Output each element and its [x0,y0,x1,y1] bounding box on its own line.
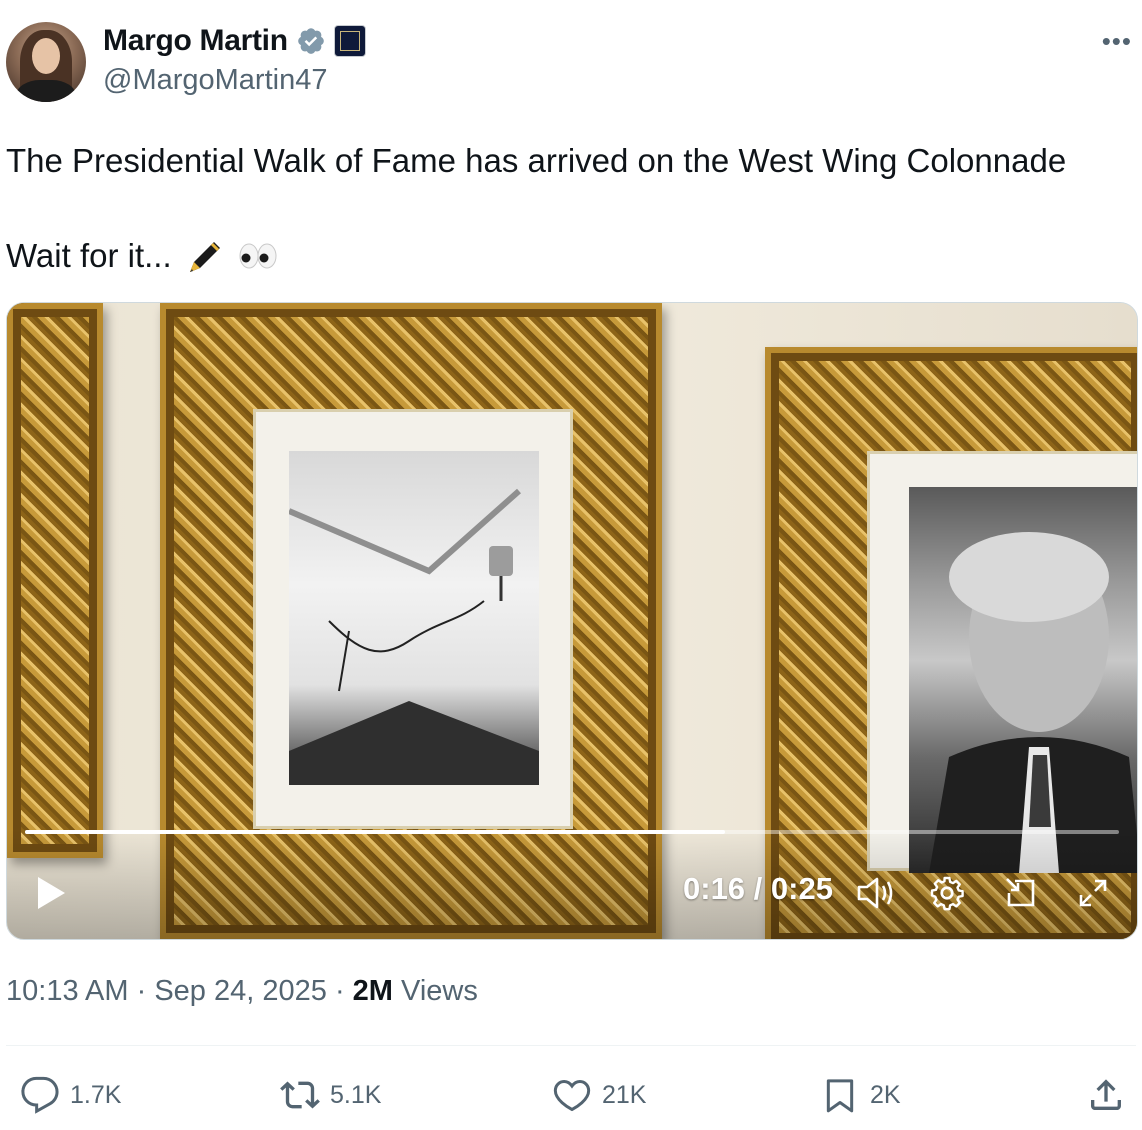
tweet-text: The Presidential Walk of Fame has arrive… [6,138,1136,279]
fullscreen-button[interactable] [1071,873,1115,913]
more-horizontal-icon[interactable]: ••• [1102,26,1132,57]
white-house-badge-inner [339,31,360,51]
verified-badge-icon[interactable] [296,26,326,56]
reply-button[interactable]: 1.7K [20,1072,121,1118]
tweet-time[interactable]: 10:13 AM [6,975,129,1007]
avatar[interactable] [6,22,86,102]
eyes-emoji-icon [239,243,277,269]
repost-button[interactable]: 5.1K [280,1072,381,1118]
repost-count: 5.1K [330,1080,382,1109]
meta-separator: · [334,975,345,1007]
repost-icon [280,1081,320,1109]
reply-count: 1.7K [70,1080,122,1109]
author-handle[interactable]: @MargoMartin47 [103,64,327,97]
views-count: 2M [352,975,393,1007]
heart-icon [553,1079,591,1112]
bookmark-count: 2K [870,1080,901,1109]
volume-icon [857,877,893,909]
autopen-photo [289,451,539,785]
autopen-illustration [289,488,539,785]
video-progress-fill [25,830,726,834]
tweet-line-1: The Presidential Walk of Fame has arrive… [6,142,1067,179]
settings-button[interactable] [925,873,969,913]
tweet-line-2-text: Wait for it... [6,237,172,274]
author-name-row: Margo Martin [103,24,366,58]
white-house-badge-icon[interactable] [333,25,366,57]
share-button[interactable] [1086,1072,1126,1118]
tweet-date[interactable]: Sep 24, 2025 [154,975,327,1007]
meta-separator: · [136,975,147,1007]
play-button[interactable] [31,873,71,913]
pen-emoji-icon [189,242,220,272]
settings-icon [930,876,964,911]
portrait-photo [909,487,1137,873]
video-progress-bar[interactable] [25,830,1119,834]
avatar-face [32,38,60,74]
share-icon [1091,1079,1121,1110]
like-button[interactable]: 21K [552,1072,646,1118]
play-icon [38,877,65,909]
video-frame-left [7,303,103,858]
volume-button[interactable] [853,873,897,913]
tweet-meta: 10:13 AM · Sep 24, 2025 · 2M Views [6,975,478,1008]
video-time-display: 0:16 / 0:25 [683,871,833,906]
reply-icon [21,1076,59,1114]
bookmark-icon [826,1079,854,1113]
like-count: 21K [602,1080,647,1109]
action-bar: 1.7K 5.1K 21K 2K [0,1072,1142,1118]
tweet-line-2: Wait for it... [6,233,1136,279]
views-label: Views [401,975,478,1007]
pip-button[interactable] [999,873,1043,913]
avatar-body [16,80,76,102]
pip-icon [1006,878,1035,907]
bookmark-button[interactable]: 2K [820,1072,901,1118]
fullscreen-icon [1079,879,1107,907]
divider [6,1045,1136,1046]
video-player[interactable]: 0:16 / 0:25 [6,302,1138,940]
portrait-illustration [929,532,1137,873]
display-name[interactable]: Margo Martin [103,24,288,58]
